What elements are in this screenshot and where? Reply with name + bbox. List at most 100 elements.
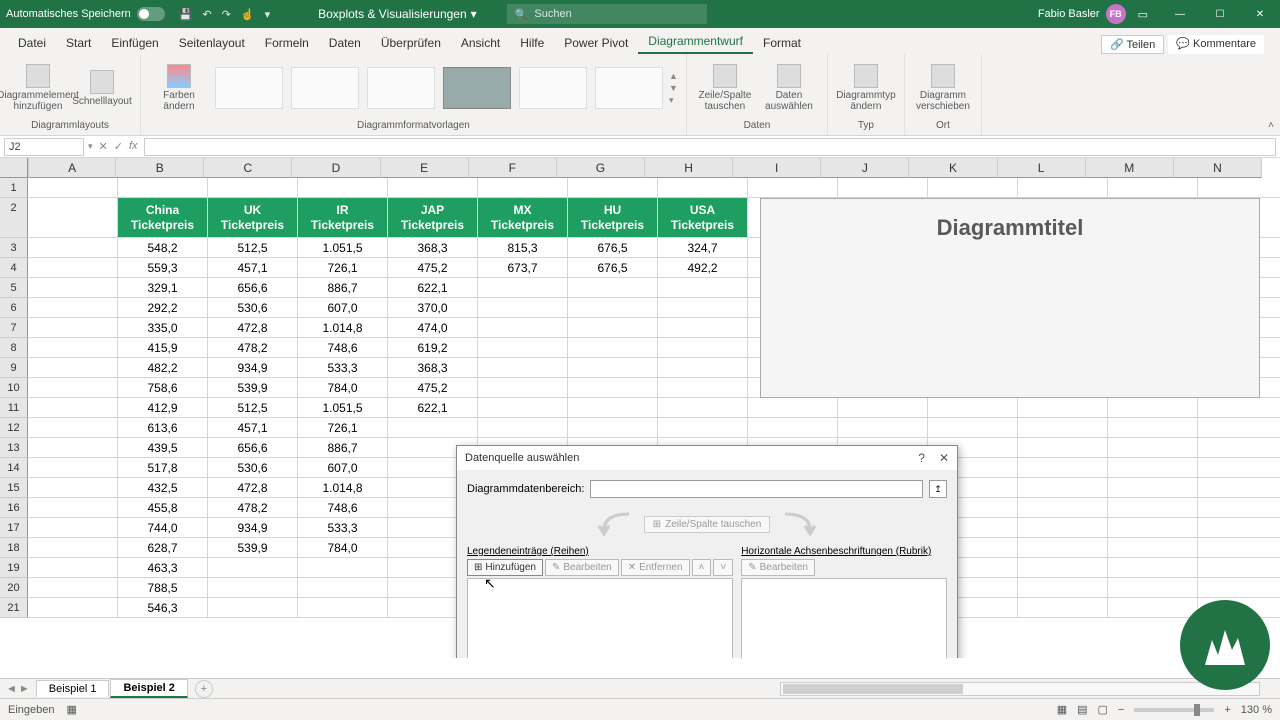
col-header-A[interactable]: A [28,158,116,178]
table-cell[interactable] [568,338,658,358]
table-header[interactable]: HUTicketpreis [568,198,658,238]
range-selector-button[interactable]: ↥ [929,480,947,498]
table-cell[interactable]: 628,7 [118,538,208,558]
style-more-icon[interactable]: ▾ [669,95,678,106]
table-cell[interactable]: 656,6 [208,278,298,298]
formula-input[interactable] [144,138,1276,156]
table-cell[interactable]: 559,3 [118,258,208,278]
table-cell[interactable] [208,578,298,598]
table-cell[interactable]: 368,3 [388,238,478,258]
col-header-L[interactable]: L [998,158,1086,178]
share-button[interactable]: 🔗 Teilen [1101,35,1164,54]
col-header-I[interactable]: I [733,158,821,178]
table-cell[interactable]: 934,9 [208,358,298,378]
table-cell[interactable] [208,558,298,578]
table-cell[interactable]: 784,0 [298,378,388,398]
chart-style-3[interactable] [367,67,435,109]
table-header[interactable]: IRTicketpreis [298,198,388,238]
table-cell[interactable] [568,398,658,418]
tab-formeln[interactable]: Formeln [255,32,319,54]
col-header-M[interactable]: M [1086,158,1174,178]
table-cell[interactable]: 478,2 [208,498,298,518]
table-cell[interactable]: 726,1 [298,418,388,438]
table-cell[interactable]: 1.014,8 [298,318,388,338]
worksheet-grid[interactable]: ABCDEFGHIJKLMN 1234567891011121314151617… [0,158,1280,658]
search-box[interactable]: 🔍 Suchen [507,4,707,24]
tab-ueberpruefen[interactable]: Überprüfen [371,32,451,54]
row-header-10[interactable]: 10 [0,378,28,398]
row-header-9[interactable]: 9 [0,358,28,378]
table-cell[interactable] [568,358,658,378]
col-header-E[interactable]: E [381,158,469,178]
name-box[interactable]: J2 [4,138,84,156]
macro-icon[interactable]: ▦ [67,703,77,716]
table-cell[interactable]: 329,1 [118,278,208,298]
row-header-21[interactable]: 21 [0,598,28,618]
table-cell[interactable]: 539,9 [208,378,298,398]
table-cell[interactable] [658,278,748,298]
col-header-D[interactable]: D [292,158,380,178]
table-cell[interactable]: 1.051,5 [298,398,388,418]
col-header-H[interactable]: H [645,158,733,178]
chart-style-4[interactable] [443,67,511,109]
change-colors-button[interactable]: Farben ändern [149,64,209,112]
more-icon[interactable]: ▾ [265,8,271,21]
table-cell[interactable]: 472,8 [208,318,298,338]
table-cell[interactable] [658,298,748,318]
table-cell[interactable]: 412,9 [118,398,208,418]
table-cell[interactable]: 748,6 [298,498,388,518]
table-cell[interactable]: 886,7 [298,278,388,298]
row-header-16[interactable]: 16 [0,498,28,518]
chart-style-6[interactable] [595,67,663,109]
table-cell[interactable] [208,598,298,618]
enter-formula-icon[interactable]: ✓ [114,140,123,153]
table-cell[interactable] [478,338,568,358]
table-cell[interactable]: 335,0 [118,318,208,338]
table-header[interactable]: JAPTicketpreis [388,198,478,238]
table-cell[interactable]: 744,0 [118,518,208,538]
table-cell[interactable] [478,398,568,418]
sheet-tab-1[interactable]: Beispiel 1 [36,680,110,697]
table-cell[interactable]: 673,7 [478,258,568,278]
row-header-1[interactable]: 1 [0,178,28,198]
collapse-ribbon-icon[interactable]: ˄ [1268,120,1274,131]
table-header[interactable]: USATicketpreis [658,198,748,238]
table-cell[interactable]: 530,6 [208,458,298,478]
table-cell[interactable]: 463,3 [118,558,208,578]
table-cell[interactable] [478,358,568,378]
col-header-N[interactable]: N [1174,158,1262,178]
save-icon[interactable]: 💾 [179,8,193,21]
table-cell[interactable]: 474,0 [388,318,478,338]
row-header-17[interactable]: 17 [0,518,28,538]
table-cell[interactable] [478,298,568,318]
add-sheet-button[interactable]: + [195,680,213,698]
table-cell[interactable]: 432,5 [118,478,208,498]
chart-title[interactable]: Diagrammtitel [761,215,1259,241]
col-header-G[interactable]: G [557,158,645,178]
tab-hilfe[interactable]: Hilfe [510,32,554,54]
row-header-18[interactable]: 18 [0,538,28,558]
zoom-slider[interactable] [1134,708,1214,712]
undo-icon[interactable]: ↶ [202,8,211,21]
table-cell[interactable]: 478,2 [208,338,298,358]
table-cell[interactable]: 607,0 [298,458,388,478]
table-cell[interactable] [298,558,388,578]
tab-datei[interactable]: Datei [8,32,56,54]
table-cell[interactable]: 492,2 [658,258,748,278]
table-cell[interactable]: 475,2 [388,378,478,398]
table-cell[interactable]: 415,9 [118,338,208,358]
row-header-8[interactable]: 8 [0,338,28,358]
series-listbox[interactable] [467,578,733,658]
row-header-14[interactable]: 14 [0,458,28,478]
minimize-button[interactable]: — [1160,0,1200,28]
table-cell[interactable]: 455,8 [118,498,208,518]
table-cell[interactable] [658,378,748,398]
col-header-C[interactable]: C [204,158,292,178]
table-cell[interactable]: 292,2 [118,298,208,318]
table-cell[interactable] [478,378,568,398]
table-cell[interactable] [658,418,748,438]
table-cell[interactable] [298,578,388,598]
sheet-nav-prev-icon[interactable]: ◄ [6,683,17,695]
table-cell[interactable]: 548,2 [118,238,208,258]
table-cell[interactable] [568,418,658,438]
